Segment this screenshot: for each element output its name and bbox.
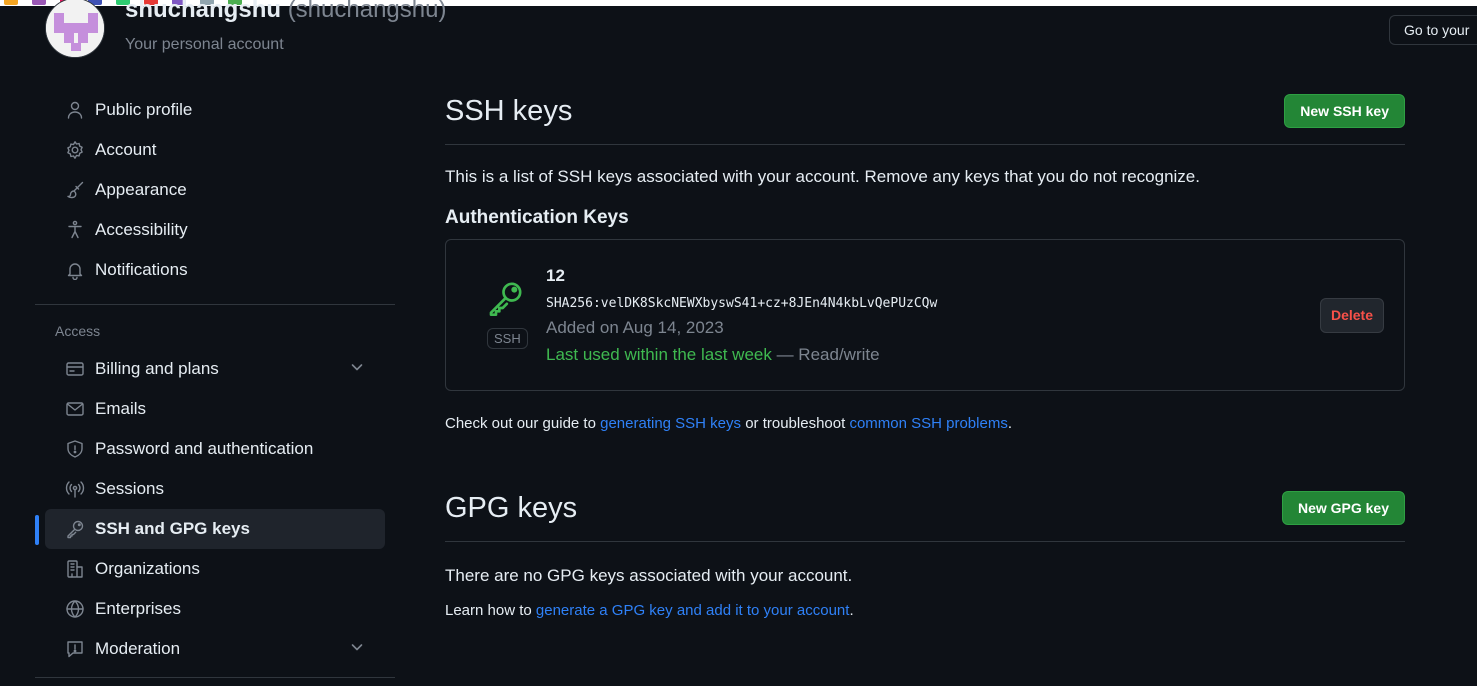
bookmark-item[interactable]: ​ xyxy=(32,0,50,6)
globe-icon xyxy=(65,599,85,619)
sidebar-divider xyxy=(35,304,395,305)
ssh-key-added-date: Added on Aug 14, 2023 xyxy=(546,318,724,337)
sidebar-item-label: SSH and GPG keys xyxy=(95,519,250,538)
gpg-section: GPG keys New GPG key There are no GPG ke… xyxy=(445,487,1405,619)
report-icon xyxy=(65,639,85,659)
sidebar-item-ssh-and-gpg-keys[interactable]: SSH and GPG keys xyxy=(35,509,385,549)
sidebar-item-account[interactable]: Account xyxy=(45,130,385,170)
sidebar-item-label: Appearance xyxy=(95,180,187,199)
main-content: SSH keys New SSH key This is a list of S… xyxy=(445,90,1405,619)
bell-icon xyxy=(65,260,85,280)
generate-gpg-key-link[interactable]: generate a GPG key and add it to your ac… xyxy=(536,602,850,619)
ssh-badge: SSH xyxy=(487,328,528,349)
sidebar-item-enterprises[interactable]: Enterprises xyxy=(45,589,385,629)
ssh-keys-title: SSH keys xyxy=(445,94,573,127)
gpg-learn-note: Learn how to generate a GPG key and add … xyxy=(445,602,1405,619)
key-icon xyxy=(486,278,526,318)
sidebar-item-appearance[interactable]: Appearance xyxy=(45,170,385,210)
go-to-profile-button[interactable]: Go to your xyxy=(1389,15,1479,45)
access-section-label: Access xyxy=(55,323,101,339)
sidebar-item-sessions[interactable]: Sessions xyxy=(45,469,385,509)
ssh-key-last-used: Last used within the last week xyxy=(546,345,772,364)
ssh-description: This is a list of SSH keys associated wi… xyxy=(445,167,1200,186)
ssh-key-item: SSH 12 SHA256:velDK8SkcNEWXbyswS41+cz+8J… xyxy=(445,239,1405,391)
settings-sidebar: Public profile Account Appearance Accessibi… xyxy=(35,90,395,686)
gpg-section-header: GPG keys New GPG key xyxy=(445,487,1405,542)
paintbrush-icon xyxy=(65,180,85,200)
note-text: Learn how to xyxy=(445,602,536,619)
sidebar-item-notifications[interactable]: Notifications xyxy=(45,250,385,290)
accessibility-icon xyxy=(65,220,85,240)
sidebar-item-moderation[interactable]: Moderation xyxy=(45,629,385,669)
ssh-key-title: 12 xyxy=(546,266,565,285)
sidebar-item-label: Password and authentication xyxy=(95,439,314,458)
avatar[interactable] xyxy=(45,0,105,58)
chevron-down-icon[interactable] xyxy=(349,359,365,375)
bookmark-item[interactable]: ​ xyxy=(4,0,22,6)
note-text: Check out our guide to xyxy=(445,415,601,432)
new-gpg-key-button[interactable]: New GPG key xyxy=(1281,491,1405,525)
mail-icon xyxy=(65,399,85,419)
ssh-section-header: SSH keys New SSH key xyxy=(445,90,1405,145)
identicon-icon xyxy=(46,0,104,57)
gpg-description: There are no GPG keys associated with yo… xyxy=(445,566,853,585)
username: shuchangshu xyxy=(125,0,282,23)
sidebar-item-label: Accessibility xyxy=(95,220,188,239)
person-icon xyxy=(65,100,85,120)
sidebar-item-label: Notifications xyxy=(95,260,188,279)
ssh-key-access: — Read/write xyxy=(771,345,880,364)
sidebar-divider xyxy=(35,677,395,678)
gear-icon xyxy=(65,140,85,160)
chevron-down-icon[interactable] xyxy=(349,639,365,655)
gpg-keys-title: GPG keys xyxy=(445,491,578,524)
sidebar-item-label: Sessions xyxy=(95,479,164,498)
new-ssh-key-button[interactable]: New SSH key xyxy=(1284,94,1405,128)
profile-name[interactable]: shuchangshu (shuchangshu) xyxy=(125,0,446,24)
organization-icon xyxy=(65,559,85,579)
sidebar-item-accessibility[interactable]: Accessibility xyxy=(45,210,385,250)
shield-icon xyxy=(65,439,85,459)
sidebar-item-label: Moderation xyxy=(95,639,181,658)
login-name: (shuchangshu) xyxy=(287,0,447,23)
sidebar-item-billing-and-plans[interactable]: Billing and plans xyxy=(45,349,385,389)
ssh-key-fingerprint: SHA256:velDK8SkcNEWXbyswS41+cz+8JEn4N4kb… xyxy=(546,296,938,311)
credit-card-icon xyxy=(65,359,85,379)
sidebar-item-emails[interactable]: Emails xyxy=(45,389,385,429)
common-ssh-problems-link[interactable]: common SSH problems xyxy=(849,415,1007,432)
authentication-keys-heading: Authentication Keys xyxy=(445,207,629,228)
sidebar-item-organizations[interactable]: Organizations xyxy=(45,549,385,589)
sidebar-item-label: Account xyxy=(95,140,157,159)
note-text: or troubleshoot xyxy=(741,415,850,432)
sidebar-item-label: Emails xyxy=(95,399,147,418)
note-text: . xyxy=(1007,415,1012,432)
sidebar-item-label: Organizations xyxy=(95,559,200,578)
ssh-guide-note: Check out our guide to generating SSH ke… xyxy=(445,415,1405,432)
sidebar-item-public-profile[interactable]: Public profile xyxy=(45,90,385,130)
ssh-key-usage: Last used within the last week — Read/wr… xyxy=(546,345,880,365)
note-text: . xyxy=(849,602,854,619)
generating-ssh-keys-link[interactable]: generating SSH keys xyxy=(600,415,741,432)
key-icon xyxy=(65,519,85,539)
account-type-label: Your personal account xyxy=(125,36,284,53)
sidebar-item-label: Billing and plans xyxy=(95,359,219,378)
delete-ssh-key-button[interactable]: Delete xyxy=(1319,298,1384,333)
sidebar-item-label: Public profile xyxy=(95,100,193,119)
sidebar-item-password-and-authentication[interactable]: Password and authentication xyxy=(45,429,385,469)
sidebar-item-label: Enterprises xyxy=(95,599,181,618)
broadcast-icon xyxy=(65,479,85,499)
